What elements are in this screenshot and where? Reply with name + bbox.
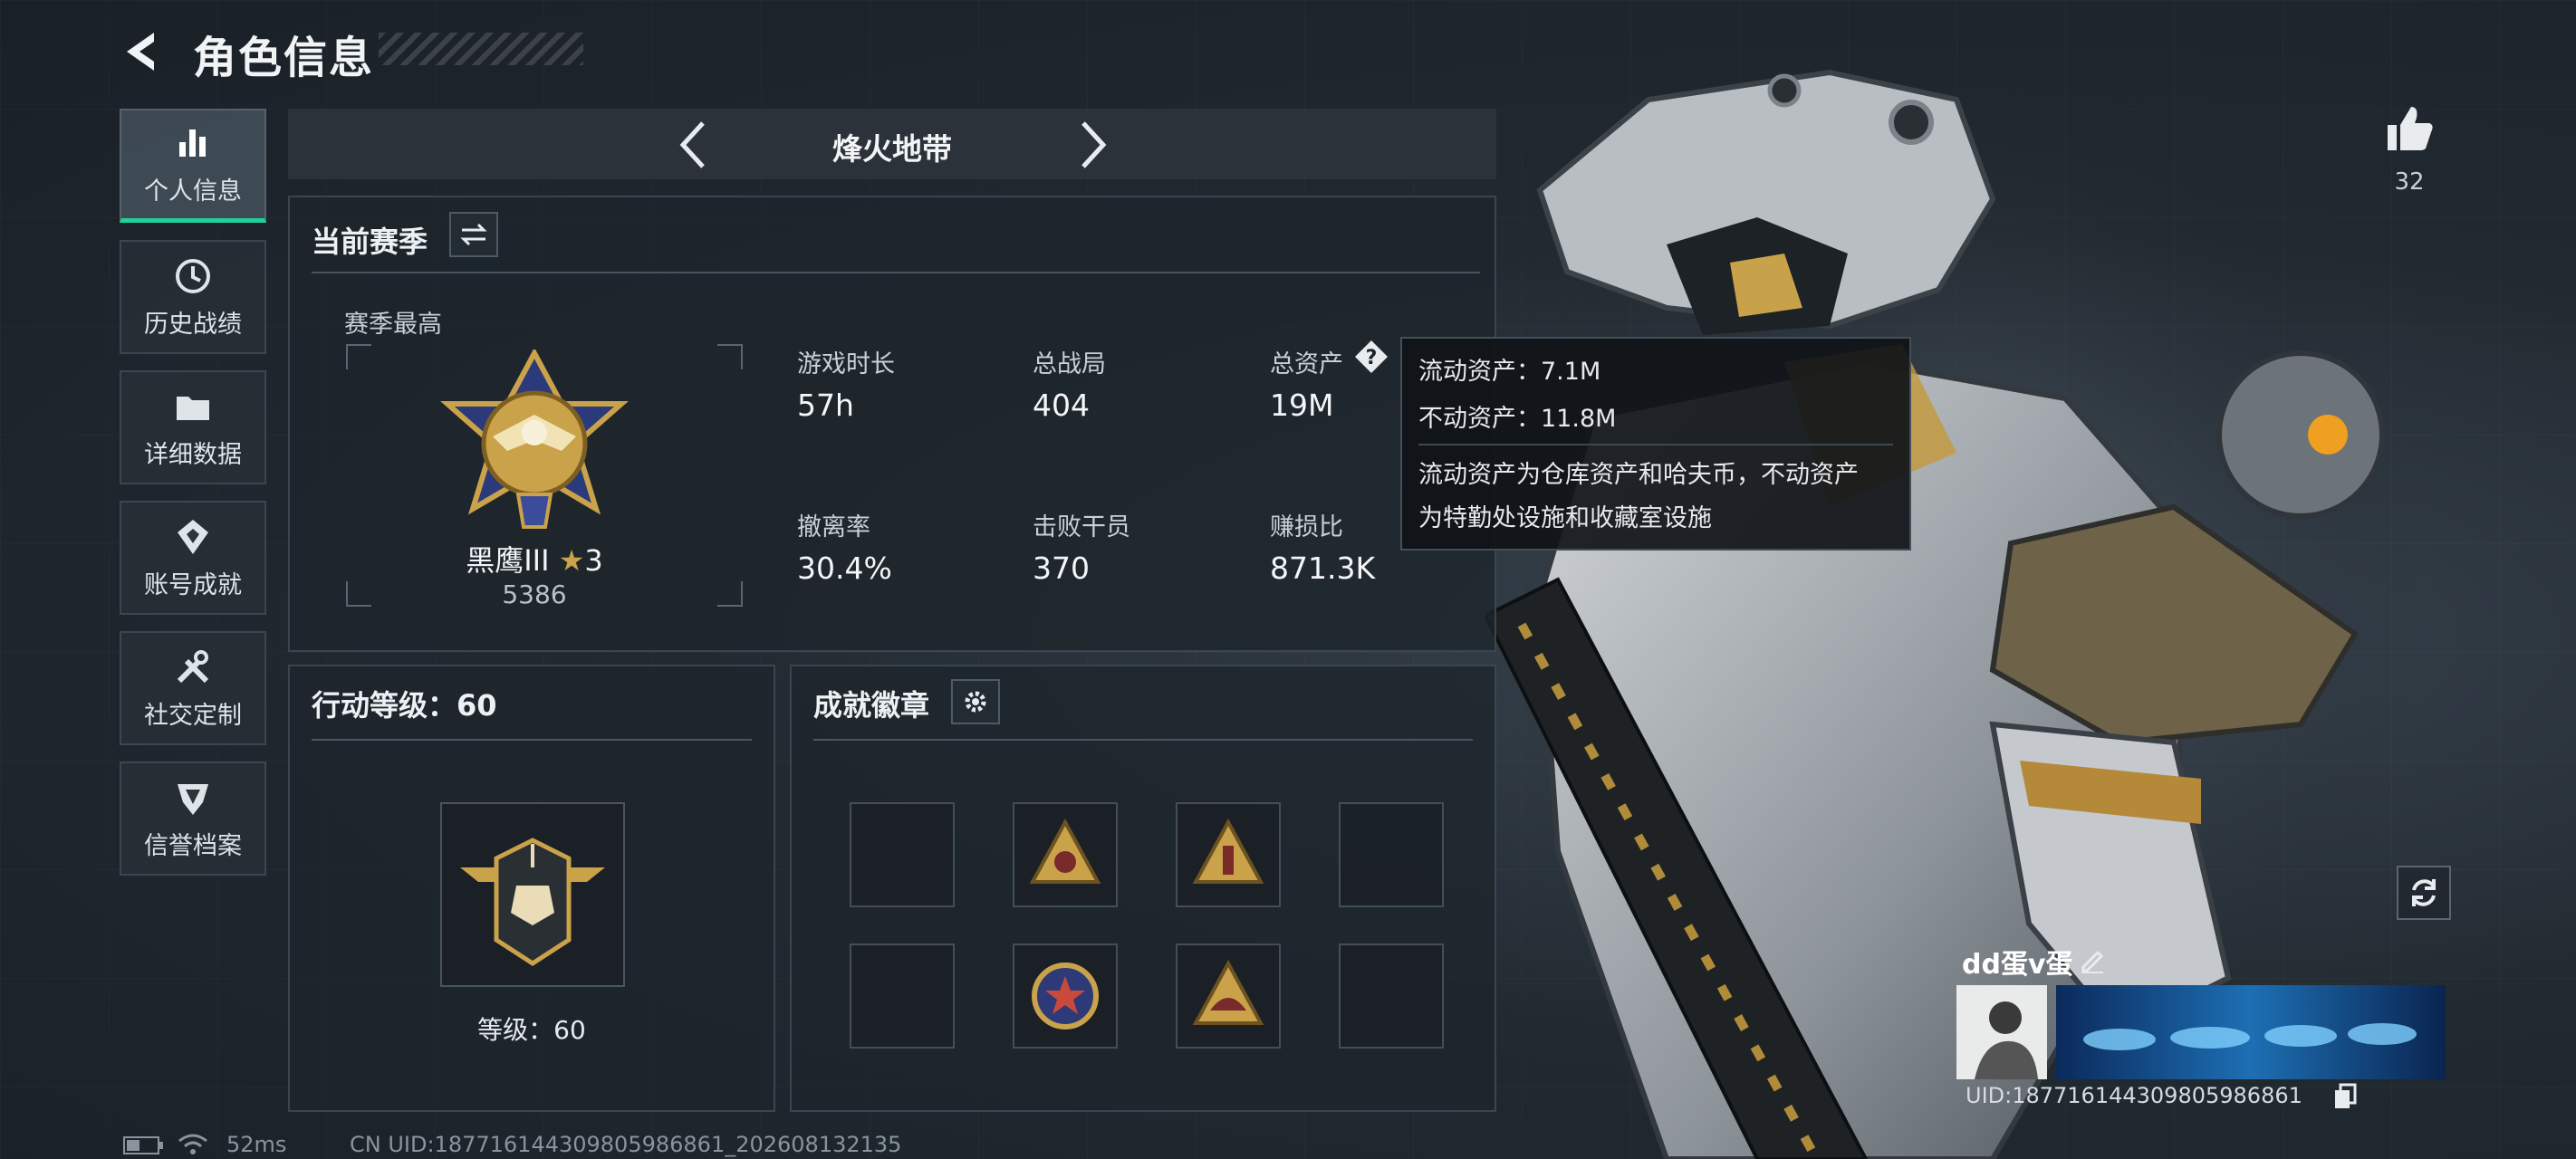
nav-item-detailed-data[interactable]: 详细数据 bbox=[120, 370, 266, 484]
nav-label: 历史战绩 bbox=[144, 310, 242, 339]
section-title: 行动等级：60 bbox=[312, 688, 497, 723]
section-title: 当前赛季 bbox=[312, 225, 428, 259]
rank-name: 黑鹰III bbox=[466, 543, 550, 578]
full-uid-text: CN UID:1877161443098059​86861_2026081321… bbox=[350, 1132, 902, 1157]
round-badge-icon bbox=[1032, 963, 1099, 1030]
tooltip-description-line: 流动资产为仓库资产和哈夫币，不动资产 bbox=[1418, 461, 1859, 489]
thumbs-up-icon[interactable] bbox=[2382, 101, 2437, 156]
chevron-right-icon[interactable] bbox=[1063, 118, 1118, 172]
tooltip-fixed-assets: 不动资产：11.8M bbox=[1418, 405, 1617, 433]
wifi-icon bbox=[178, 1134, 207, 1154]
badge-slot[interactable] bbox=[1176, 943, 1281, 1049]
stat-label: 撤离率 bbox=[797, 513, 870, 541]
badge-slot-empty[interactable] bbox=[850, 802, 955, 907]
battery-icon bbox=[123, 1136, 163, 1154]
rank-line: 黑鹰III ★3 bbox=[453, 538, 616, 580]
switch-season-button[interactable] bbox=[449, 212, 498, 257]
tooltip-liquid-assets: 流动资产：7.1M bbox=[1418, 358, 1601, 386]
nav-item-achievements[interactable]: 账号成就 bbox=[120, 501, 266, 615]
stat-label: 游戏时长 bbox=[797, 350, 895, 378]
stat-value: 19M bbox=[1270, 388, 1334, 423]
title-decoration bbox=[379, 33, 583, 65]
achievement-icon bbox=[178, 519, 208, 554]
frame-corner bbox=[346, 344, 371, 369]
achievement-badges-panel: 成就徽章 bbox=[790, 665, 1496, 1112]
frame-corner bbox=[717, 581, 743, 607]
star-icon: ★ bbox=[558, 543, 585, 578]
badge-slot-empty[interactable] bbox=[1339, 802, 1444, 907]
stat-label: 击败干员 bbox=[1033, 513, 1130, 541]
swap-icon bbox=[460, 223, 487, 246]
svg-text:?: ? bbox=[1366, 347, 1378, 369]
divider bbox=[312, 739, 752, 741]
copy-icon[interactable] bbox=[2333, 1083, 2359, 1110]
rank-stars: 3 bbox=[584, 543, 603, 578]
refresh-button[interactable] bbox=[2397, 866, 2451, 920]
season-best-label: 赛季最高 bbox=[344, 311, 442, 339]
stat-value: 30.4% bbox=[797, 551, 892, 586]
folder-icon bbox=[177, 396, 209, 420]
nav-item-personal-info[interactable]: 个人信息 bbox=[120, 109, 266, 223]
back-arrow-icon[interactable] bbox=[118, 27, 167, 76]
nav-label: 社交定制 bbox=[144, 701, 242, 730]
section-title: 成就徽章 bbox=[813, 688, 930, 723]
triangle-badge-icon bbox=[1192, 959, 1264, 1025]
stat-value: 370 bbox=[1033, 551, 1090, 586]
stat-label: 总资产 bbox=[1270, 350, 1343, 378]
badge-slot[interactable] bbox=[1013, 802, 1118, 907]
triangle-badge-icon bbox=[1192, 818, 1264, 884]
player-name: dd蛋v蛋 bbox=[1962, 949, 2073, 981]
stat-value: 57h bbox=[797, 388, 854, 423]
stat-value: 871.3K bbox=[1270, 551, 1376, 586]
season-name: 烽火地带 bbox=[832, 131, 952, 167]
current-season-panel: 当前赛季 赛季最高 黑鹰III ★3 5386 游戏时长 57h 总战局 404… bbox=[288, 196, 1496, 652]
profile-card: dd蛋v蛋 UID:1877161443098059​86861 bbox=[1956, 942, 2446, 1123]
badge-slot-empty[interactable] bbox=[1339, 943, 1444, 1049]
uid-text: UID:1877161443098059​86861 bbox=[1966, 1083, 2302, 1108]
wrench-icon bbox=[177, 649, 209, 683]
shield-icon bbox=[178, 783, 208, 815]
page-title: 角色信息 bbox=[193, 33, 375, 83]
stat-value: 404 bbox=[1033, 388, 1090, 423]
season-selector: 烽火地带 bbox=[288, 109, 1496, 179]
badge-slot[interactable] bbox=[1013, 943, 1118, 1049]
badge-settings-button[interactable] bbox=[951, 679, 1000, 724]
frame-corner bbox=[346, 581, 371, 607]
profile-banner-image bbox=[2056, 985, 2446, 1079]
badge-slot-empty[interactable] bbox=[850, 943, 955, 1049]
action-level-panel: 行动等级：60 等级：60 bbox=[288, 665, 775, 1112]
divider bbox=[1418, 444, 1893, 445]
rank-emblem-icon bbox=[440, 350, 629, 529]
clock-icon bbox=[176, 258, 210, 293]
help-icon[interactable]: ? bbox=[1353, 339, 1389, 375]
avatar[interactable] bbox=[1956, 985, 2047, 1079]
level-emblem-frame bbox=[440, 802, 625, 987]
tooltip-description-line: 为特勤处设施和收藏室设施 bbox=[1418, 504, 1712, 532]
triangle-badge-icon bbox=[1029, 818, 1101, 884]
gear-icon bbox=[965, 691, 986, 713]
asset-tooltip: 流动资产：7.1M 不动资产：11.8M 流动资产为仓库资产和哈夫币，不动资产 … bbox=[1400, 337, 1911, 551]
badge-slot[interactable] bbox=[1176, 802, 1281, 907]
refresh-icon bbox=[2412, 879, 2436, 906]
helicopter-emblem-icon bbox=[460, 838, 605, 966]
level-text: 等级：60 bbox=[477, 1015, 586, 1045]
nav-label: 个人信息 bbox=[144, 177, 242, 206]
nav-item-history[interactable]: 历史战绩 bbox=[120, 240, 266, 354]
divider bbox=[312, 272, 1480, 273]
frame-corner bbox=[717, 344, 743, 369]
nav-label: 详细数据 bbox=[144, 440, 242, 469]
stat-label: 赚损比 bbox=[1270, 513, 1343, 541]
ping-text: 52ms bbox=[226, 1132, 287, 1157]
divider bbox=[813, 739, 1473, 741]
like-count: 32 bbox=[2394, 168, 2425, 196]
edit-pencil-icon[interactable] bbox=[2078, 945, 2107, 974]
nav-label: 账号成就 bbox=[144, 570, 242, 599]
stat-label: 总战局 bbox=[1033, 350, 1106, 378]
nav-label: 信誉档案 bbox=[144, 831, 242, 860]
nav-item-credit-profile[interactable]: 信誉档案 bbox=[120, 761, 266, 876]
rank-score: 5386 bbox=[502, 580, 567, 609]
nav-item-social-custom[interactable]: 社交定制 bbox=[120, 631, 266, 745]
bar-chart-icon bbox=[179, 129, 206, 157]
